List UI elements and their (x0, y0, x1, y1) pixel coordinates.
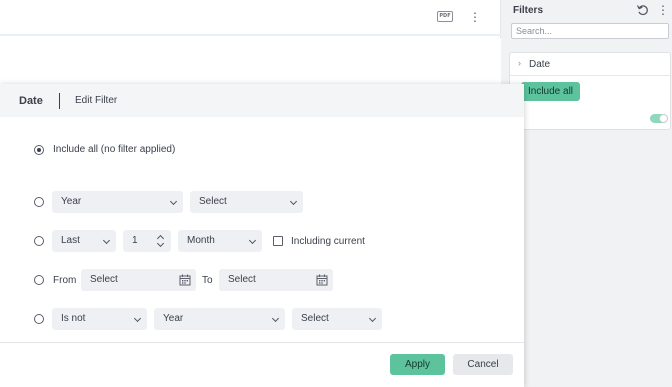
from-date-field[interactable]: Select (81, 269, 196, 291)
radio-last-period[interactable] (34, 236, 44, 246)
filters-panel: Filters ⋮ › Date Include all (502, 0, 672, 387)
chevron-down-icon[interactable] (156, 239, 165, 248)
year-granularity-value: Year (61, 196, 82, 207)
chevron-down-icon (289, 197, 298, 206)
radio-date-range[interactable] (34, 275, 44, 285)
chevron-down-icon (102, 236, 111, 245)
period-unit-select[interactable]: Month (178, 230, 262, 252)
include-all-label: Include all (no filter applied) (53, 144, 176, 155)
apply-button[interactable]: Apply (390, 354, 445, 375)
operator-select[interactable]: Is not (52, 308, 147, 330)
period-count-value: 1 (132, 235, 138, 246)
header-divider (59, 93, 60, 109)
operator-value: Is not (61, 313, 86, 324)
from-date-value: Select (90, 274, 118, 285)
reset-icon[interactable] (636, 3, 650, 17)
chevron-down-icon (248, 236, 257, 245)
year-granularity-select[interactable]: Year (52, 191, 183, 213)
dialog-title: Date (19, 95, 43, 107)
dialog-footer-divider (0, 342, 524, 343)
dialog-header: Date Edit Filter (0, 84, 524, 117)
filter-card-name: Date (529, 59, 551, 70)
dialog-subtitle: Edit Filter (75, 95, 118, 106)
isnot-granularity-value: Year (163, 313, 184, 324)
chevron-down-icon (169, 197, 178, 206)
year-value-value: Select (199, 196, 227, 207)
last-mode-select[interactable]: Last (52, 230, 116, 252)
radio-is-not[interactable] (34, 314, 44, 324)
radio-year-select[interactable] (34, 197, 44, 207)
from-label: From (53, 275, 77, 286)
filter-toggle[interactable] (650, 114, 668, 123)
filter-card-divider (510, 75, 670, 76)
calendar-icon[interactable] (316, 274, 328, 286)
include-all-chip[interactable]: Include all (521, 82, 581, 101)
cancel-button[interactable]: Cancel (453, 354, 513, 375)
last-mode-value: Last (61, 235, 80, 246)
to-date-field[interactable]: Select (219, 269, 333, 291)
filter-card-date[interactable]: › Date Include all (509, 52, 671, 130)
to-date-value: Select (228, 274, 256, 285)
to-label: To (202, 275, 213, 286)
chevron-down-icon (368, 314, 377, 323)
panel-more-icon[interactable]: ⋮ (657, 3, 669, 17)
isnot-value-value: Select (301, 313, 329, 324)
calendar-icon[interactable] (179, 274, 191, 286)
chevron-down-icon (133, 314, 142, 323)
radio-include-all[interactable] (34, 145, 44, 155)
filters-panel-title: Filters (513, 5, 544, 16)
main-toolbar: PDF ⋮ (0, 0, 501, 36)
more-options-icon[interactable]: ⋮ (469, 10, 481, 24)
period-count-stepper[interactable]: 1 (123, 230, 171, 252)
chevron-right-icon[interactable]: › (518, 58, 521, 68)
isnot-value-select[interactable]: Select (292, 308, 382, 330)
pdf-export-icon[interactable]: PDF (437, 11, 453, 22)
isnot-granularity-select[interactable]: Year (154, 308, 285, 330)
filter-search-input[interactable] (511, 23, 669, 39)
including-current-checkbox[interactable] (273, 236, 283, 246)
edit-filter-dialog: Date Edit Filter Include all (no filter … (0, 84, 524, 387)
chevron-down-icon (271, 314, 280, 323)
main-content-strip (0, 38, 501, 84)
period-unit-value: Month (187, 235, 215, 246)
including-current-label: Including current (291, 236, 365, 247)
year-value-select[interactable]: Select (190, 191, 303, 213)
